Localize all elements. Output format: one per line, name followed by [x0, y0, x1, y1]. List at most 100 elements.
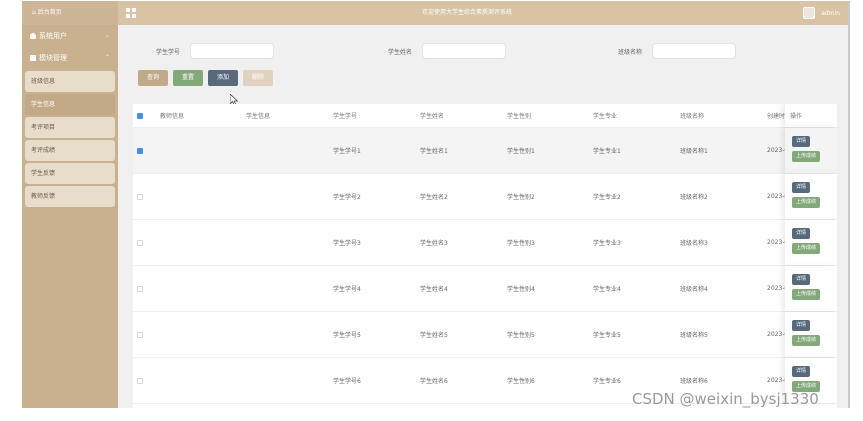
cell-student-name: 学生姓名5 [420, 332, 448, 339]
cell-gender: 学生性别5 [507, 332, 535, 339]
col-major: 学生专业 [593, 113, 618, 120]
cell-major: 学生专业2 [593, 194, 621, 201]
delete-button[interactable]: 删除 [243, 70, 274, 86]
user-menu[interactable]: admin [803, 1, 840, 25]
upload-score-button[interactable]: 上传成绩 [792, 289, 821, 300]
cell-major: 学生专业3 [593, 240, 621, 247]
upload-score-button[interactable]: 上传成绩 [792, 243, 821, 254]
cell-class-name: 班级名称3 [680, 240, 708, 247]
cell-student-no: 学生学号2 [333, 194, 361, 201]
cell-class-name: 班级名称4 [680, 286, 708, 293]
row-checkbox[interactable] [137, 147, 143, 154]
cell-major: 学生专业5 [593, 332, 621, 339]
row-operations: 详情 上传成绩 [785, 128, 837, 173]
sidebar-item-teacher-feedback[interactable]: 教师反馈 [25, 186, 115, 207]
cell-created-time: 2023-0 [767, 147, 785, 154]
select-all-checkbox[interactable] [137, 112, 143, 119]
search-button[interactable]: 查询 [138, 70, 169, 86]
cell-student-no: 学生学号5 [333, 332, 361, 339]
search-class-name: 班级名称 [618, 43, 737, 59]
detail-button[interactable]: 详情 [792, 274, 811, 285]
username: admin [821, 9, 840, 17]
row-checkbox[interactable] [137, 377, 143, 384]
cell-created-time: 2023-0 [767, 331, 785, 338]
cell-student-no: 学生学号6 [333, 378, 361, 385]
cell-student-name: 学生姓名2 [420, 194, 448, 201]
cell-major: 学生专业1 [593, 148, 621, 155]
table-row[interactable]: 学生学号4学生姓名4学生性别4学生专业4班级名称42023-0详情上传成绩 [133, 266, 837, 312]
toolbar: 查询 重置 添加 删除 [138, 70, 274, 86]
sidebar-item-student-info[interactable]: 学生信息 [25, 94, 115, 115]
cell-gender: 学生性别1 [507, 148, 535, 155]
row-checkbox[interactable] [137, 331, 143, 338]
student-no-input[interactable] [190, 43, 275, 59]
add-button[interactable]: 添加 [208, 70, 239, 86]
upload-score-button[interactable]: 上传成绩 [792, 197, 821, 208]
chevron-down-icon: ⌄ [104, 32, 110, 39]
col-student-name: 学生姓名 [420, 113, 445, 120]
sidebar: 系统用户 ⌄ 模块管理 ⌃ 班级信息 学生信息 考评项目 考评成绩 学生反馈 教… [22, 25, 118, 408]
col-class-name: 班级名称 [680, 113, 705, 120]
window-edge [848, 1, 850, 408]
col-created-time: 创建时 [767, 113, 785, 120]
detail-button[interactable]: 详情 [792, 182, 811, 193]
home-label: 后台首页 [37, 9, 62, 16]
sidebar-group-label: 模块管理 [39, 54, 67, 62]
cell-major: 学生专业6 [593, 378, 621, 385]
col-teacher-info: 教师信息 [160, 113, 185, 120]
col-student-no: 学生学号 [333, 113, 358, 120]
detail-button[interactable]: 详情 [792, 228, 811, 239]
search-student-name: 学生姓名 [388, 43, 507, 59]
sidebar-group-system-users[interactable]: 系统用户 ⌄ [22, 25, 118, 47]
cell-student-name: 学生姓名1 [420, 148, 448, 155]
sidebar-group-module-management[interactable]: 模块管理 ⌃ [22, 47, 118, 69]
menu-grid-icon[interactable] [126, 8, 136, 18]
col-student-info: 学生信息 [246, 113, 271, 120]
user-icon [30, 33, 36, 39]
class-name-label: 班级名称 [618, 48, 643, 56]
row-operations: 详情 上传成绩 [785, 266, 837, 311]
class-name-input[interactable] [652, 43, 737, 59]
cell-class-name: 班级名称5 [680, 332, 708, 339]
sidebar-item-evaluation-scores[interactable]: 考评成绩 [25, 140, 115, 161]
search-student-no: 学生学号 [156, 43, 275, 59]
avatar[interactable] [803, 7, 816, 19]
student-no-label: 学生学号 [156, 48, 181, 56]
sidebar-item-class-info[interactable]: 班级信息 [25, 71, 115, 92]
home-link[interactable]: ⌂ 后台首页 [22, 1, 118, 25]
cell-student-name: 学生姓名6 [420, 378, 448, 385]
upload-score-button[interactable]: 上传成绩 [792, 335, 821, 346]
student-name-input[interactable] [422, 43, 507, 59]
cell-gender: 学生性别2 [507, 194, 535, 201]
table-row[interactable]: 学生学号3学生姓名3学生性别3学生专业3班级名称32023-0详情上传成绩 [133, 220, 837, 266]
table-row[interactable]: 学生学号1学生姓名1学生性别1学生专业1班级名称12023-0详情上传成绩 [133, 128, 837, 174]
table-header: 教师信息 学生信息 学生学号 学生姓名 学生性别 学生专业 班级名称 创建时 操… [133, 104, 837, 128]
detail-button[interactable]: 详情 [792, 320, 811, 331]
detail-button[interactable]: 详情 [792, 366, 811, 377]
cell-created-time: 2023-0 [767, 239, 785, 246]
main-content: 学生学号 学生姓名 班级名称 查询 重置 添加 删除 教师信息 学生信息 学生学… [118, 25, 848, 408]
cell-created-time: 2023-0 [767, 285, 785, 292]
detail-button[interactable]: 详情 [792, 136, 811, 147]
reset-button[interactable]: 重置 [173, 70, 204, 86]
cell-gender: 学生性别6 [507, 378, 535, 385]
sidebar-item-evaluation-items[interactable]: 考评项目 [25, 117, 115, 138]
table-row[interactable]: 学生学号2学生姓名2学生性别2学生专业2班级名称22023-0详情上传成绩 [133, 174, 837, 220]
row-operations: 详情 上传成绩 [785, 220, 837, 265]
cell-gender: 学生性别4 [507, 286, 535, 293]
row-checkbox[interactable] [137, 239, 143, 246]
sidebar-item-student-feedback[interactable]: 学生反馈 [25, 163, 115, 184]
upload-score-button[interactable]: 上传成绩 [792, 151, 821, 162]
row-operations: 详情 上传成绩 [785, 312, 837, 357]
app-title: 欢迎使用大学生综合素质测评系统 [421, 9, 512, 16]
row-checkbox[interactable] [137, 285, 143, 292]
grid-icon [30, 55, 36, 61]
student-name-label: 学生姓名 [388, 48, 413, 56]
cell-student-name: 学生姓名4 [420, 286, 448, 293]
col-operations: 操作 [790, 113, 803, 120]
cell-student-no: 学生学号3 [333, 240, 361, 247]
row-checkbox[interactable] [137, 193, 143, 200]
table-row[interactable]: 学生学号5学生姓名5学生性别5学生专业5班级名称52023-0详情上传成绩 [133, 312, 837, 358]
cell-class-name: 班级名称1 [680, 148, 708, 155]
operations-header: 操作 [785, 104, 837, 127]
